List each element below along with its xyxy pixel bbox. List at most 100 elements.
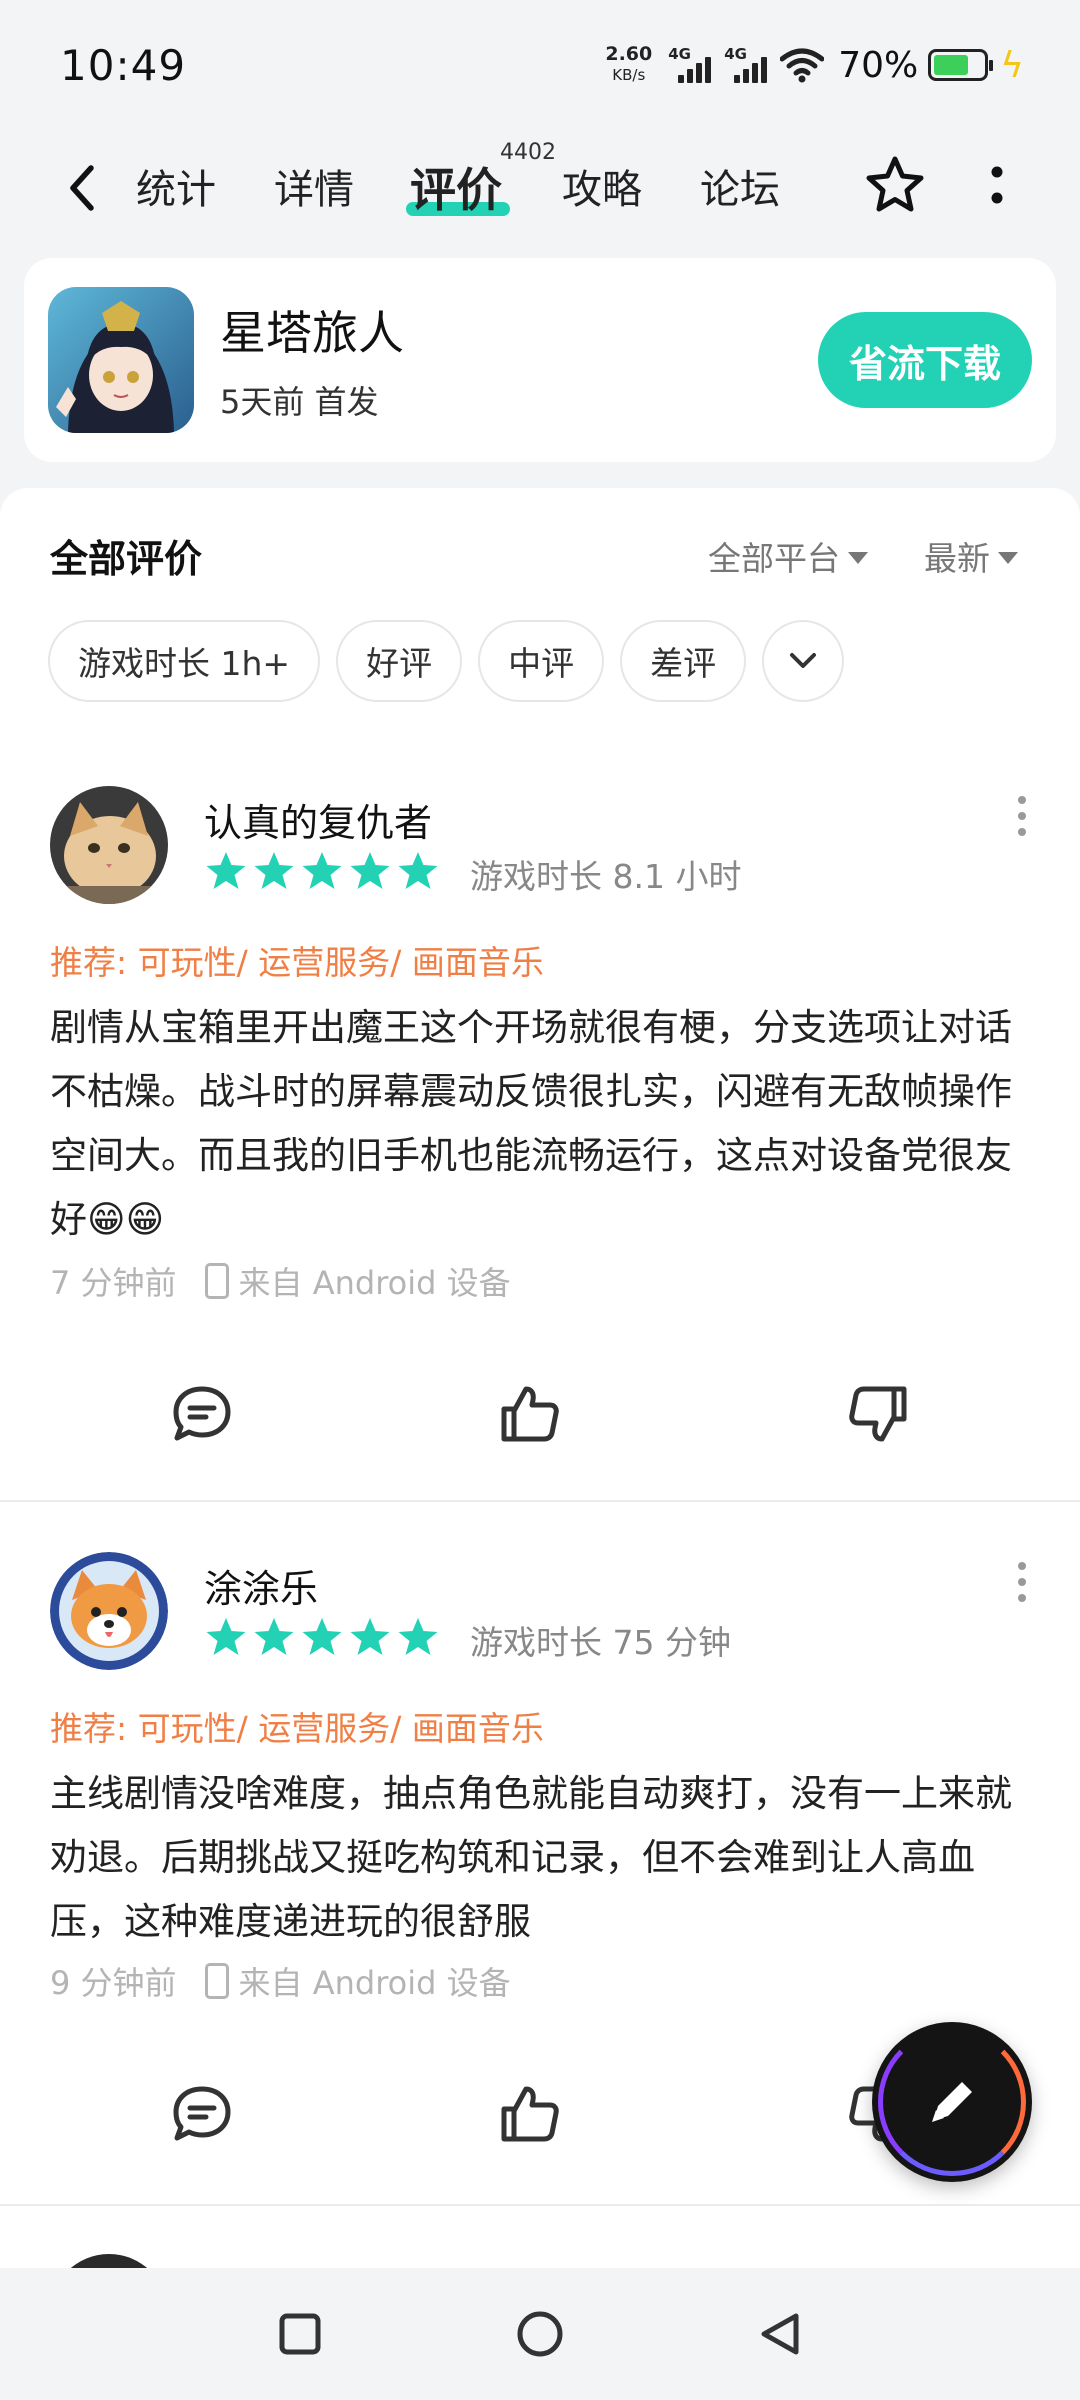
- system-nav-bar: [0, 2268, 1080, 2400]
- chip-expand-button[interactable]: [762, 620, 845, 702]
- avatar[interactable]: [50, 786, 168, 904]
- favorite-button[interactable]: [862, 152, 928, 218]
- back-nav-button[interactable]: [748, 2302, 812, 2366]
- platform-filter-label: 全部平台: [708, 539, 840, 578]
- network-speed-value: 2.60: [605, 43, 653, 65]
- back-button[interactable]: [52, 158, 112, 218]
- tab-stats[interactable]: 统计: [136, 160, 216, 220]
- star-icon: [254, 852, 294, 889]
- star-icon: [350, 852, 390, 889]
- comment-button[interactable]: [162, 1374, 242, 1454]
- game-info: 星塔旅人 5天前 首发: [220, 297, 404, 423]
- like-button[interactable]: [490, 2074, 570, 2154]
- star-rating: [204, 850, 440, 892]
- write-review-button[interactable]: [872, 2022, 1032, 2182]
- username[interactable]: 认真的复仇者: [204, 792, 432, 847]
- caret-down-icon: [848, 551, 868, 564]
- chevron-down-icon: [790, 653, 817, 668]
- charging-icon: ϟ: [1000, 44, 1024, 86]
- star-outline-icon: [866, 156, 924, 212]
- star-icon: [302, 852, 342, 889]
- review-item-partial: [50, 2254, 168, 2268]
- pen-icon: [932, 2082, 972, 2122]
- chip-playtime[interactable]: 游戏时长 1h+: [48, 620, 321, 702]
- chip-positive[interactable]: 好评: [336, 620, 463, 702]
- star-icon: [302, 1618, 342, 1655]
- review-count-badge: 4402: [500, 140, 556, 165]
- tab-label: 详情: [274, 167, 354, 213]
- network-speed: 2.60 KB/s: [605, 44, 652, 86]
- time-ago: 7 分钟前: [50, 1264, 177, 1302]
- device-info: 来自 Android 设备: [238, 1264, 511, 1302]
- square-icon: [279, 2313, 321, 2355]
- star-icon: [350, 1618, 390, 1655]
- review-more-button[interactable]: [1010, 1562, 1034, 1602]
- review-more-button[interactable]: [1010, 796, 1034, 836]
- filter-chips: 游戏时长 1h+ 好评 中评 差评: [48, 620, 845, 702]
- download-button[interactable]: 省流下载: [818, 312, 1032, 408]
- sort-filter[interactable]: 最新: [924, 532, 1018, 580]
- star-icon: [206, 1618, 246, 1655]
- thumbs-down-icon: [849, 1386, 907, 1442]
- avatar[interactable]: [50, 2254, 168, 2268]
- thumbs-up-icon: [501, 2086, 559, 2142]
- review-text[interactable]: 剧情从宝箱里开出魔王这个开场就很有梗，分支选项让对话不枯燥。战斗时的屏幕震动反馈…: [50, 996, 1040, 1252]
- reviews-heading: 全部评价: [50, 537, 203, 581]
- battery-icon: [928, 49, 994, 81]
- circle-icon: [517, 2311, 563, 2357]
- review-actions: [0, 1374, 1080, 1454]
- caret-down-icon: [998, 551, 1018, 564]
- like-button[interactable]: [490, 1374, 570, 1454]
- platform-filter[interactable]: 全部平台: [708, 532, 868, 580]
- tab-guides[interactable]: 攻略: [562, 160, 642, 220]
- more-options-button[interactable]: [975, 152, 1019, 218]
- status-bar: 10:49 2.60 KB/s 4G 4G 70% ϟ: [0, 0, 1080, 130]
- chip-negative[interactable]: 差评: [620, 620, 747, 702]
- time-ago: 9 分钟前: [50, 1964, 177, 2002]
- wifi-icon: [780, 48, 825, 83]
- game-title: 星塔旅人: [220, 306, 404, 360]
- chip-neutral[interactable]: 中评: [478, 620, 605, 702]
- recents-button[interactable]: [268, 2302, 332, 2366]
- star-icon: [254, 1618, 294, 1655]
- tab-label: 攻略: [562, 167, 642, 213]
- tab-reviews[interactable]: 评价: [410, 160, 502, 220]
- review-text[interactable]: 主线剧情没啥难度，抽点角色就能自动爽打，没有一上来就劝退。后期挑战又挺吃构筑和记…: [50, 1762, 1040, 1954]
- signal-icon: 4G: [724, 45, 770, 85]
- comment-button[interactable]: [162, 2074, 242, 2154]
- triangle-back-icon: [761, 2313, 799, 2355]
- signal-icon: 4G: [668, 45, 714, 85]
- playtime: 游戏时长 8.1 小时: [470, 857, 742, 896]
- star-rating: [204, 1616, 440, 1658]
- status-icons: 2.60 KB/s 4G 4G 70% ϟ: [605, 44, 1024, 86]
- device-info: 来自 Android 设备: [238, 1964, 511, 2002]
- tab-label: 评价: [410, 163, 502, 217]
- more-vertical-icon: [991, 166, 1003, 204]
- network-speed-unit: KB/s: [612, 66, 646, 84]
- username[interactable]: 涂涂乐: [204, 1558, 318, 1613]
- reviews-panel: 全部评价 全部平台 最新 游戏时长 1h+ 好评 中评 差评 认真的复仇者 游戏…: [0, 488, 1080, 2268]
- recommend-tags: 推荐: 可玩性/ 运营服务/ 画面音乐: [50, 943, 544, 982]
- tab-label: 统计: [136, 167, 216, 213]
- top-nav: 统计 详情 评价 4402 攻略 论坛: [0, 140, 1080, 240]
- recommend-tags: 推荐: 可玩性/ 运营服务/ 画面音乐: [50, 1709, 544, 1748]
- tab-label: 论坛: [700, 167, 780, 213]
- star-icon: [398, 1618, 438, 1655]
- review-item: 认真的复仇者 游戏时长 8.1 小时 推荐: 可玩性/ 运营服务/ 画面音乐 剧…: [0, 786, 1080, 1486]
- game-icon: [48, 287, 194, 433]
- avatar[interactable]: [50, 1552, 168, 1670]
- comment-icon: [173, 2086, 231, 2141]
- home-button[interactable]: [508, 2302, 572, 2366]
- game-header-card[interactable]: 星塔旅人 5天前 首发 省流下载: [24, 258, 1056, 462]
- battery-percent: 70%: [838, 44, 919, 86]
- thumbs-up-icon: [501, 1386, 559, 1442]
- phone-icon: [204, 1963, 229, 1999]
- tab-forum[interactable]: 论坛: [700, 160, 780, 220]
- dislike-button[interactable]: [838, 1374, 918, 1454]
- star-icon: [398, 852, 438, 889]
- tab-details[interactable]: 详情: [274, 160, 354, 220]
- clock: 10:49: [60, 40, 187, 90]
- divider: [0, 1500, 1080, 1502]
- comment-icon: [173, 1386, 231, 1441]
- game-release-info: 5天前 首发: [220, 383, 379, 421]
